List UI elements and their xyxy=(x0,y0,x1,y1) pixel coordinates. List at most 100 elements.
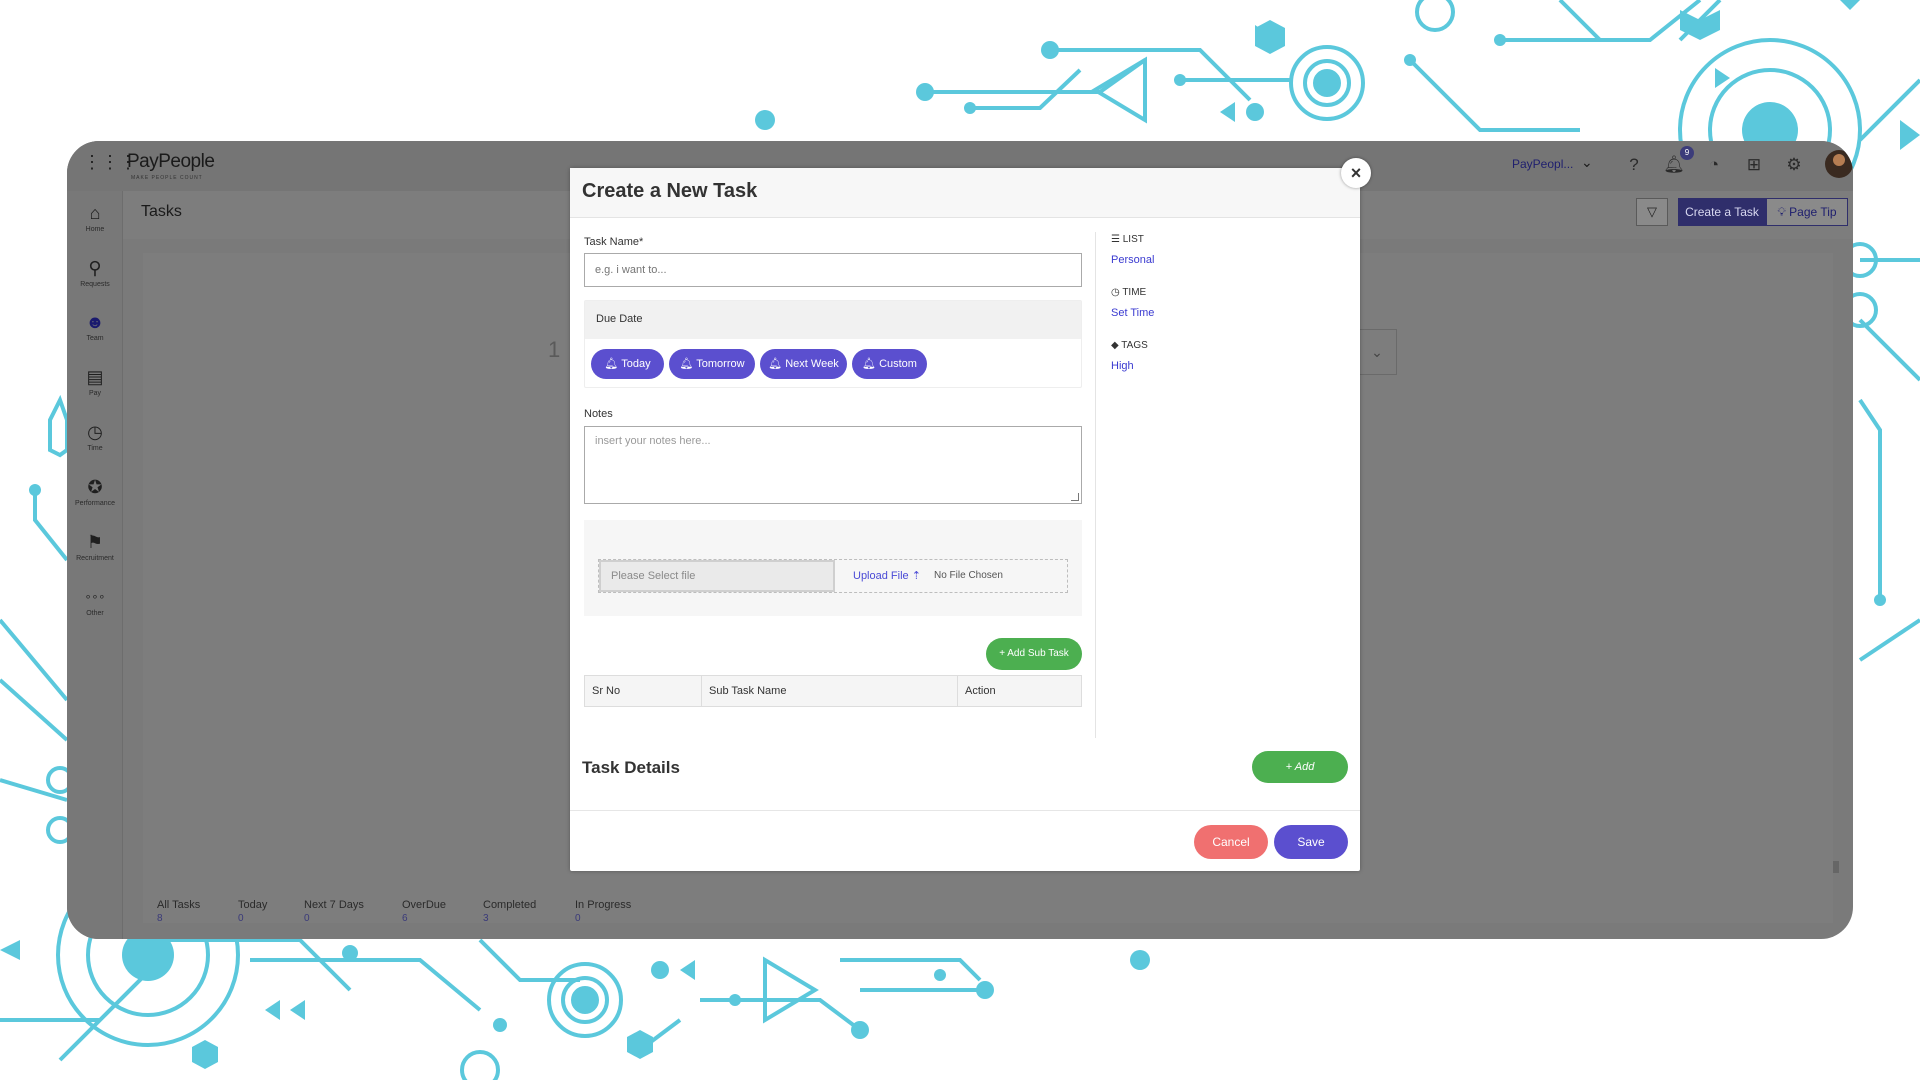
stat-label: All Tasks xyxy=(157,899,201,911)
add-sub-task-button[interactable]: + Add Sub Task xyxy=(986,638,1082,670)
sidebar-item-other[interactable]: ∘∘∘ Other xyxy=(67,587,123,617)
sidebar: ⌂ Home ⚲ Requests ☻ Team ▤ Pay ◷ Time ✪ … xyxy=(67,191,123,939)
tag-icon: ◆ xyxy=(1111,340,1122,351)
chevron-down-icon: ⌄ xyxy=(1371,344,1383,360)
background-dropdown: ⌄ xyxy=(1357,329,1397,375)
notes-label: Notes xyxy=(584,408,613,420)
due-button-label: Next Week xyxy=(785,358,839,370)
stat-value: 3 xyxy=(483,913,489,924)
sidebar-item-performance[interactable]: ✪ Performance xyxy=(67,477,123,507)
notes-textarea[interactable]: insert your notes here... xyxy=(584,426,1082,504)
cancel-button[interactable]: Cancel xyxy=(1194,825,1268,859)
due-next-week-button[interactable]: 🔔︎ Next Week xyxy=(760,349,847,379)
stat-label: Today xyxy=(238,899,268,911)
list-value[interactable]: Personal xyxy=(1111,254,1154,266)
page-tip-button[interactable]: 💡︎ Page Tip xyxy=(1766,198,1848,226)
stat-today[interactable]: Today 0 xyxy=(238,899,267,924)
close-modal-button[interactable]: × xyxy=(1341,158,1371,188)
performance-icon: ✪ xyxy=(87,477,103,497)
logo: PayPeople xyxy=(127,151,215,172)
background-number: 1 xyxy=(548,337,561,362)
widgets-icon[interactable]: ⊞ xyxy=(1743,154,1765,176)
filter-button[interactable]: ▽ xyxy=(1636,198,1668,226)
resize-handle[interactable] xyxy=(1071,493,1079,501)
tags-value[interactable]: High xyxy=(1111,360,1134,372)
sidebar-item-label: Pay xyxy=(88,390,102,397)
pay-icon: ▤ xyxy=(86,367,104,387)
help-icon[interactable]: ? xyxy=(1623,154,1645,176)
due-today-button[interactable]: 🔔︎ Today xyxy=(591,349,664,379)
due-tomorrow-button[interactable]: 🔔︎ Tomorrow xyxy=(669,349,755,379)
tags-heading: ◆ TAGS xyxy=(1111,340,1148,351)
lightbulb-icon: 💡︎ xyxy=(1777,205,1790,219)
sidebar-item-label: Recruitment xyxy=(76,555,114,562)
add-sub-task-label: Add Sub Task xyxy=(1007,648,1069,659)
time-heading: ◷ TIME xyxy=(1111,287,1146,298)
save-button[interactable]: Save xyxy=(1274,825,1348,859)
bell-icon: 🔔︎ xyxy=(604,358,622,370)
stat-next-7-days[interactable]: Next 7 Days 0 xyxy=(304,899,364,924)
due-button-label: Today xyxy=(621,358,651,370)
list-icon: ☰ xyxy=(1111,234,1123,245)
column-header-action: Action xyxy=(965,685,996,697)
add-detail-button[interactable]: + Add xyxy=(1252,751,1348,783)
column-header-sr-no: Sr No xyxy=(585,676,702,706)
sidebar-item-label: Performance xyxy=(74,500,116,507)
upload-dropzone[interactable]: Please Select file Upload File ⇡ No File… xyxy=(598,559,1068,593)
sidebar-item-home[interactable]: ⌂ Home xyxy=(67,203,123,233)
bell-icon: 🔔︎ xyxy=(862,358,880,370)
due-date-header: Due Date xyxy=(585,301,1081,339)
sidebar-item-requests[interactable]: ⚲ Requests xyxy=(67,258,123,288)
chevron-down-icon[interactable]: ⌄ xyxy=(1581,154,1593,171)
file-select-input[interactable]: Please Select file xyxy=(599,560,835,592)
upload-file-link[interactable]: Upload File ⇡ xyxy=(853,569,921,582)
stat-value: 0 xyxy=(238,913,244,924)
modal-title: Create a New Task xyxy=(582,180,758,202)
stat-value: 6 xyxy=(402,913,408,924)
sidebar-item-pay[interactable]: ▤ Pay xyxy=(67,367,123,397)
apps-grid-icon[interactable]: ⋮⋮⋮ xyxy=(83,153,137,171)
logo-tagline: MAKE PEOPLE COUNT xyxy=(131,175,203,181)
sidebar-item-team[interactable]: ☻ Team xyxy=(67,312,123,342)
upload-panel: Please Select file Upload File ⇡ No File… xyxy=(584,520,1082,616)
due-date-panel: Due Date 🔔︎ Today 🔔︎ Tomorrow 🔔︎ Next We… xyxy=(584,300,1082,388)
create-task-button[interactable]: Create a Task xyxy=(1678,198,1766,226)
company-select[interactable]: PayPeopl... xyxy=(1512,157,1573,171)
upload-label: Upload File xyxy=(853,570,909,582)
clock-icon: ◷ xyxy=(1111,287,1123,298)
bell-icon: 🔔︎ xyxy=(768,358,786,370)
filter-icon: ▽ xyxy=(1647,204,1657,219)
stat-completed[interactable]: Completed 3 xyxy=(483,899,536,924)
time-value[interactable]: Set Time xyxy=(1111,307,1154,319)
stat-all-tasks[interactable]: All Tasks 8 xyxy=(157,899,200,924)
stat-label: OverDue xyxy=(402,899,447,911)
sidebar-item-recruitment[interactable]: ⚑ Recruitment xyxy=(67,532,123,562)
list-label: LIST xyxy=(1122,234,1144,245)
gear-icon[interactable]: ⚙ xyxy=(1783,154,1805,176)
requests-icon: ⚲ xyxy=(88,258,102,278)
sidebar-item-time[interactable]: ◷ Time xyxy=(67,422,123,452)
stat-in-progress[interactable]: In Progress 0 xyxy=(575,899,631,924)
home-icon: ⌂ xyxy=(89,203,101,223)
page-title: Tasks xyxy=(141,203,182,220)
pie-chart-icon[interactable]: ◔ xyxy=(1703,154,1725,176)
avatar[interactable] xyxy=(1825,150,1853,178)
notes-placeholder: insert your notes here... xyxy=(595,435,711,447)
stat-overdue[interactable]: OverDue 6 xyxy=(402,899,446,924)
notification-badge: 9 xyxy=(1680,146,1694,160)
task-name-input[interactable] xyxy=(584,253,1082,287)
task-details-title: Task Details xyxy=(582,758,680,777)
bell-icon: 🔔︎ xyxy=(679,358,697,370)
scrollbar[interactable] xyxy=(1833,861,1839,873)
due-button-label: Tomorrow xyxy=(696,358,745,370)
sidebar-item-label: Requests xyxy=(80,281,110,288)
create-task-modal: Create a New Task Task Name* Due Date 🔔︎… xyxy=(570,168,1360,871)
stat-value: 0 xyxy=(304,913,310,924)
modal-header: Create a New Task xyxy=(570,168,1360,218)
tags-label: TAGS xyxy=(1121,340,1148,351)
sub-task-table: Sr No Sub Task Name Action xyxy=(584,675,1082,707)
due-custom-button[interactable]: 🔔︎ Custom xyxy=(852,349,927,379)
stat-label: Completed xyxy=(483,899,537,911)
task-name-label: Task Name* xyxy=(584,236,644,248)
recruitment-icon: ⚑ xyxy=(86,532,104,552)
